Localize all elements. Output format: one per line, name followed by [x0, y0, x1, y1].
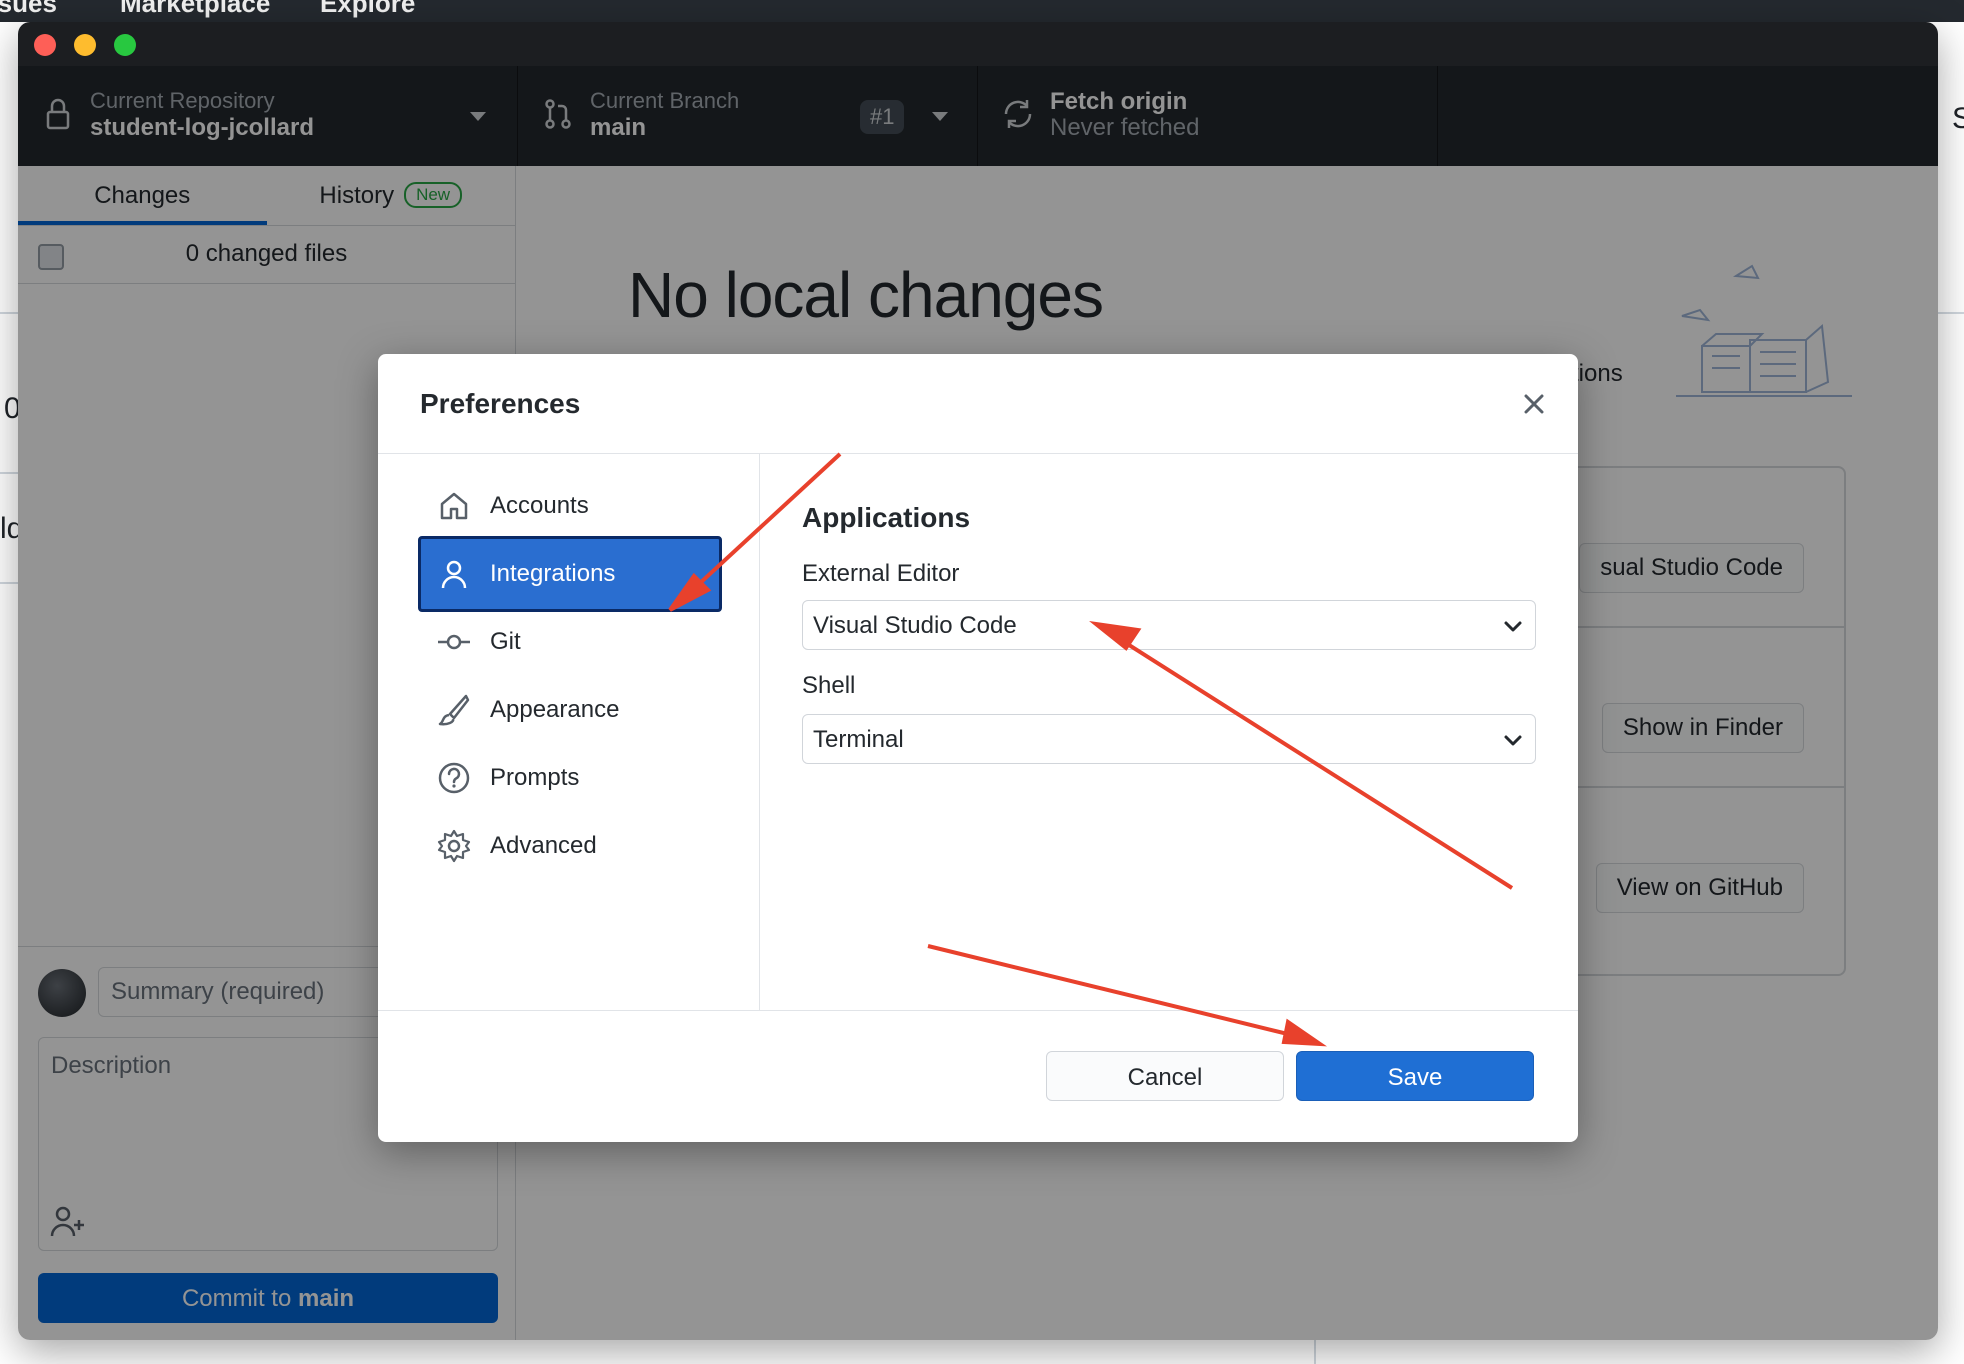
nav-label: Integrations	[490, 560, 616, 587]
bg-divider	[0, 312, 18, 314]
bg-divider	[1938, 312, 1964, 314]
nav-label: Advanced	[490, 832, 597, 859]
preferences-nav: Accounts Integrations Git Appearance Pro…	[378, 454, 760, 1010]
nav-prompts[interactable]: Prompts	[418, 740, 722, 816]
nav-label: Git	[490, 628, 521, 655]
preferences-dialog: Preferences Accounts Integrations Git Ap…	[378, 354, 1578, 1142]
git-commit-icon	[438, 634, 470, 650]
save-button[interactable]: Save	[1296, 1051, 1534, 1101]
nav-git[interactable]: Git	[418, 604, 722, 680]
menu-explore[interactable]: Explore	[320, 0, 415, 19]
external-editor-value: Visual Studio Code	[813, 612, 1017, 639]
nav-label: Accounts	[490, 492, 589, 519]
shell-value: Terminal	[813, 726, 904, 753]
chevron-down-icon	[1504, 621, 1522, 632]
cancel-button[interactable]: Cancel	[1046, 1051, 1284, 1101]
dialog-title: Preferences	[420, 388, 581, 419]
bg-text: S	[1952, 102, 1964, 135]
close-icon[interactable]	[1516, 386, 1552, 422]
question-icon	[438, 762, 470, 794]
nav-label: Prompts	[490, 764, 580, 791]
shell-label: Shell	[802, 672, 856, 699]
chevron-down-icon	[1504, 735, 1522, 746]
integrations-content: Applications External Editor Visual Stud…	[760, 454, 1578, 1010]
external-editor-label: External Editor	[802, 560, 960, 587]
gear-icon	[437, 829, 471, 863]
bg-divider	[0, 582, 18, 584]
nav-integrations[interactable]: Integrations	[418, 536, 722, 612]
dialog-header: Preferences	[378, 354, 1578, 454]
nav-label: Appearance	[490, 696, 620, 723]
zoom-window-button[interactable]	[114, 34, 136, 56]
bg-divider	[0, 472, 18, 474]
menu-marketplace[interactable]: Marketplace	[120, 0, 270, 19]
menu-issues[interactable]: Issues	[0, 0, 57, 19]
title-bar	[18, 22, 1938, 66]
section-title: Applications	[802, 502, 971, 533]
nav-advanced[interactable]: Advanced	[418, 808, 722, 884]
external-editor-select[interactable]: Visual Studio Code	[802, 600, 1536, 650]
paintbrush-icon	[438, 694, 470, 726]
nav-appearance[interactable]: Appearance	[418, 672, 722, 748]
nav-accounts[interactable]: Accounts	[418, 468, 722, 544]
home-icon	[440, 492, 468, 520]
person-icon	[441, 560, 467, 589]
minimize-window-button[interactable]	[74, 34, 96, 56]
dialog-footer: Cancel Save	[378, 1010, 1578, 1142]
shell-select[interactable]: Terminal	[802, 714, 1536, 764]
browser-menu-bar: Issues Marketplace Explore	[0, 0, 1964, 22]
close-window-button[interactable]	[34, 34, 56, 56]
